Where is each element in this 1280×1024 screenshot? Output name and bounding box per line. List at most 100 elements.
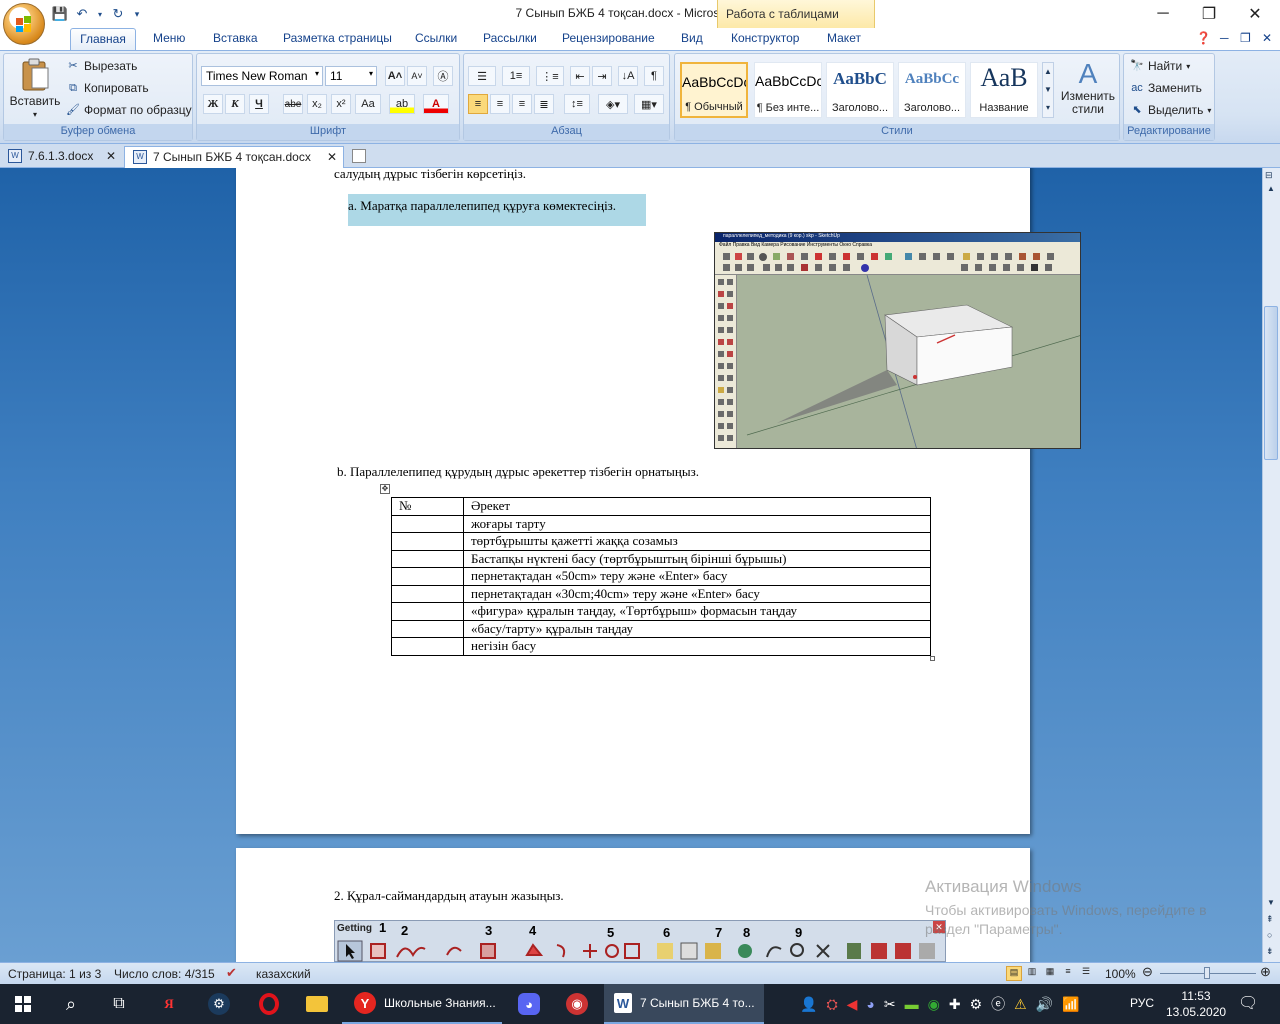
doc-tab-2-active[interactable]: W 7 Сынып БЖБ 4 тоқсан.docx ✕ [124, 146, 344, 168]
proofing-icon[interactable]: ✔ [226, 965, 237, 981]
tray-app-icon[interactable]: ⛭ [826, 996, 837, 1013]
opera-icon[interactable] [246, 984, 292, 1024]
justify-icon[interactable]: ≣ [534, 94, 554, 114]
copy-button[interactable]: ⧉ Копировать [66, 81, 149, 95]
line-spacing-icon[interactable]: ↕≡ [564, 94, 590, 114]
table-action-cell[interactable]: «басу/тарту» құралын таңдау [463, 619, 931, 638]
table-resize-handle[interactable] [930, 656, 935, 661]
font-family-combo[interactable]: Times New Roman ▾ [201, 66, 323, 86]
tray-discord-icon[interactable]: ◕ [866, 996, 874, 1012]
taskbar-app-word[interactable]: W 7 Сынып БЖБ 4 то... [604, 984, 764, 1024]
zoom-in-icon[interactable]: ⊕ [1260, 964, 1271, 980]
office-button[interactable] [3, 3, 45, 45]
draft-icon[interactable]: ☰ [1078, 966, 1094, 981]
table-move-handle-icon[interactable]: ✥ [380, 484, 390, 494]
close-button[interactable]: ✕ [1232, 0, 1278, 28]
style-normal[interactable]: AaBbCcDc ¶ Обычный [680, 62, 748, 118]
increase-indent-icon[interactable]: ⇥ [592, 66, 612, 86]
vertical-scrollbar[interactable]: ⊟ ▲ ▼ ⇞ ○ ⇟ [1262, 168, 1280, 962]
tab-mailings[interactable]: Рассылки [483, 31, 537, 45]
ruler-toggle-icon[interactable]: ⊟ [1265, 170, 1273, 181]
language-indicator[interactable]: казахский [256, 967, 311, 981]
new-tab-button[interactable] [346, 146, 374, 168]
print-layout-icon[interactable]: ▤ [1006, 966, 1022, 981]
change-case-button[interactable]: Aa [355, 94, 381, 114]
table-number-cell[interactable] [391, 532, 464, 551]
table-number-cell[interactable] [391, 637, 464, 656]
table-action-cell[interactable]: пернетақтадан «50cm» теру және «Enter» б… [463, 567, 931, 586]
tray-shield-icon[interactable]: ✚ [949, 996, 961, 1013]
tab-layout[interactable]: Макет [827, 31, 861, 45]
clear-formatting-icon[interactable]: Ⓐ [433, 66, 453, 86]
grow-font-button[interactable]: A ˄ [385, 66, 405, 86]
highlight-icon[interactable]: ab [389, 94, 415, 114]
doc-minimize-icon[interactable]: ─ [1220, 31, 1229, 45]
strikethrough-button[interactable]: abe [283, 94, 303, 114]
tab-page-layout[interactable]: Разметка страницы [283, 31, 392, 45]
tab-view[interactable]: Вид [681, 31, 703, 45]
tray-media-icon[interactable]: ◀ [847, 996, 858, 1013]
shading-icon[interactable]: ◈▾ [598, 94, 628, 114]
table-header-cell[interactable]: № [391, 497, 464, 516]
start-button[interactable] [0, 984, 46, 1024]
multilevel-list-icon[interactable]: ⋮≡ [536, 66, 564, 86]
prev-page-icon[interactable]: ⇞ [1266, 914, 1274, 925]
tray-network-icon[interactable]: ⓔ [991, 994, 1005, 1014]
tab-menu[interactable]: Меню [153, 31, 185, 45]
align-center-icon[interactable]: ≡ [490, 94, 510, 114]
table-number-cell[interactable] [391, 567, 464, 586]
style-no-spacing[interactable]: AaBbCcDc ¶ Без инте... [754, 62, 822, 118]
zoom-level[interactable]: 100% [1105, 967, 1136, 981]
table-number-cell[interactable] [391, 619, 464, 638]
doc-close-icon[interactable]: ✕ [1262, 31, 1272, 45]
tab-design[interactable]: Конструктор [731, 31, 799, 45]
select-button[interactable]: ⬉ Выделить ▾ [1130, 103, 1211, 117]
discord-icon[interactable]: ◕ [506, 984, 552, 1024]
table-number-cell[interactable] [391, 584, 464, 603]
paste-button[interactable]: Вставить ▾ [9, 58, 61, 119]
tray-gpu-icon[interactable]: ▬ [905, 996, 919, 1012]
language-indicator-tray[interactable]: РУС [1130, 996, 1154, 1010]
replace-button[interactable]: ac Заменить [1130, 81, 1202, 95]
tray-steam-icon[interactable]: ⚙ [970, 996, 983, 1013]
table-number-cell[interactable] [391, 514, 464, 533]
steam-icon[interactable]: ⚙ [196, 984, 242, 1024]
scroll-down-icon[interactable]: ▼ [1267, 898, 1275, 907]
notifications-icon[interactable]: 🗨 [1238, 993, 1258, 1013]
taskbar-app-browser[interactable]: Y Школьные Знания... [342, 984, 502, 1024]
scroll-up-icon[interactable]: ▲ [1267, 184, 1275, 193]
page-indicator[interactable]: Страница: 1 из 3 [8, 967, 101, 981]
item-a-text[interactable]: a. Маратқа параллелепипед құруға көмекте… [348, 194, 646, 226]
table-number-cell[interactable] [391, 602, 464, 621]
close-icon[interactable]: ✕ [106, 149, 116, 163]
tray-tools-icon[interactable]: ✂ [884, 996, 896, 1013]
clock[interactable]: 11:53 13.05.2020 [1166, 988, 1226, 1020]
web-layout-icon[interactable]: ▦ [1042, 966, 1058, 981]
subscript-button[interactable]: x₂ [307, 94, 327, 114]
find-button[interactable]: 🔭 Найти ▾ [1130, 59, 1190, 73]
font-size-combo[interactable]: 11 ▾ [325, 66, 377, 86]
close-icon[interactable]: ✕ [327, 150, 337, 164]
table-action-cell[interactable]: Бастапқы нүктені басу (төртбұрыштың бірі… [463, 549, 931, 568]
tray-alert-icon[interactable]: ⚠ [1014, 996, 1027, 1013]
file-explorer-icon[interactable] [294, 984, 340, 1024]
numbering-icon[interactable]: 1≡ [502, 66, 530, 86]
word-count[interactable]: Число слов: 4/315 [114, 967, 215, 981]
scrollbar-thumb[interactable] [1264, 306, 1278, 460]
style-title[interactable]: АаВ Название [970, 62, 1038, 118]
align-left-icon[interactable]: ≡ [468, 94, 488, 114]
underline-button[interactable]: Ч [249, 94, 269, 114]
full-screen-icon[interactable]: ▥ [1024, 966, 1040, 981]
restore-button[interactable]: ❐ [1186, 0, 1232, 28]
table-header-cell[interactable]: Әрекет [463, 497, 931, 516]
app-red-icon[interactable]: ◉ [554, 984, 600, 1024]
table-action-cell[interactable]: «фигура» құралын таңдау, «Төртбұрыш» фор… [463, 602, 931, 621]
doc-tab-1[interactable]: W 7.6.1.3.docx ✕ [0, 146, 122, 168]
table-action-cell[interactable]: жоғары тарту [463, 514, 931, 533]
style-heading-2[interactable]: AaBbCc Заголово... [898, 62, 966, 118]
table-action-cell[interactable]: пернетақтадан «30cm;40cm» теру және «Ent… [463, 584, 931, 603]
people-icon[interactable]: 👤 [800, 996, 817, 1013]
doc-restore-icon[interactable]: ❐ [1240, 31, 1251, 45]
table-action-cell[interactable]: төртбұрышты қажетті жаққа созамыз [463, 532, 931, 551]
shrink-font-button[interactable]: A ˅ [407, 66, 427, 86]
